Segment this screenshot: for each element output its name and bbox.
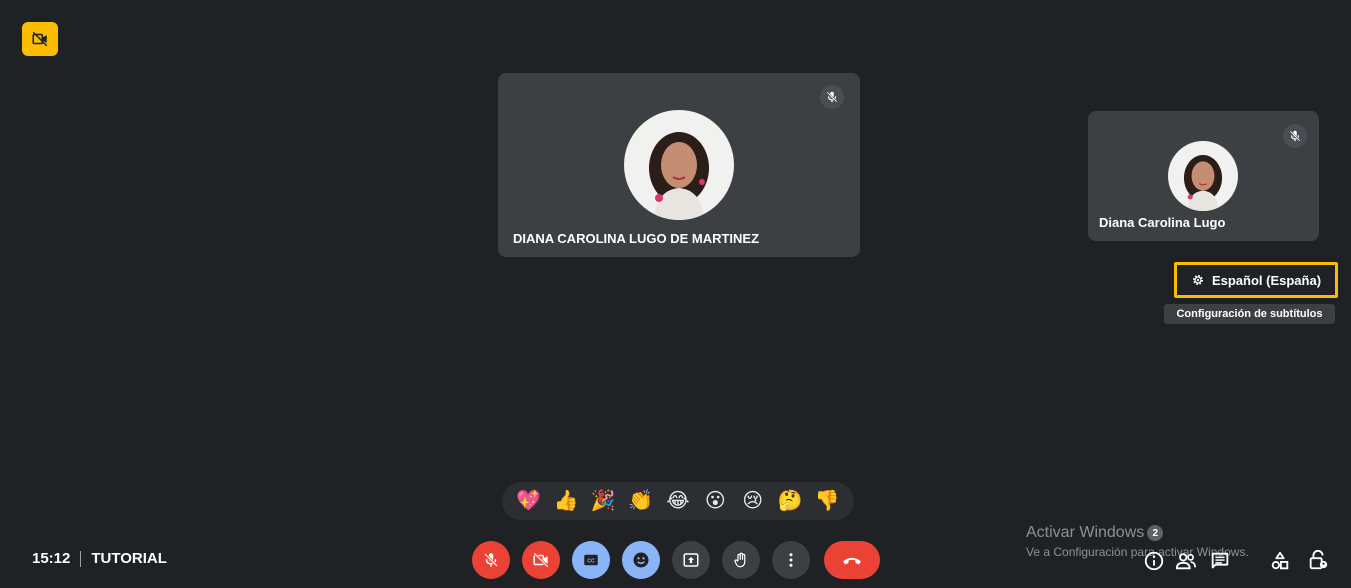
people-count-badge: 2: [1147, 525, 1164, 541]
raise-hand-button[interactable]: [722, 541, 760, 579]
reaction-thumbs-down[interactable]: 👎: [813, 487, 841, 515]
chat-icon: [1211, 552, 1229, 569]
meeting-details-button[interactable]: [1142, 549, 1166, 573]
reactions-toggle[interactable]: [622, 541, 660, 579]
caption-language-button[interactable]: Español (España): [1174, 262, 1338, 298]
reaction-surprised[interactable]: 😮: [701, 487, 729, 515]
reaction-laugh[interactable]: 😂: [664, 487, 692, 515]
participant-tile-self[interactable]: Diana Carolina Lugo: [1088, 111, 1319, 241]
participant-name: Diana Carolina Lugo: [1099, 215, 1226, 230]
reaction-thumbs-up[interactable]: 👍: [552, 487, 580, 515]
reaction-sad[interactable]: 😢: [739, 487, 767, 515]
chat-button[interactable]: [1208, 549, 1232, 573]
meeting-info: 15:12 TUTORIAL: [32, 550, 167, 567]
host-controls-button[interactable]: [1306, 548, 1330, 572]
video-off-badge[interactable]: [22, 22, 58, 56]
activities-icon: [1271, 551, 1289, 570]
gear-icon: [1192, 275, 1203, 285]
reaction-heart[interactable]: 💖: [515, 487, 543, 515]
participant-tile-main[interactable]: DIANA CAROLINA LUGO DE MARTINEZ: [498, 73, 860, 257]
more-options-button[interactable]: [772, 541, 810, 579]
reaction-party[interactable]: 🎉: [589, 487, 617, 515]
watermark-title: Activar Windows: [1026, 524, 1145, 541]
svg-text:CC: CC: [587, 559, 595, 565]
participant-name: DIANA CAROLINA LUGO DE MARTINEZ: [513, 231, 760, 246]
avatar: [1168, 141, 1238, 211]
lock-person-icon: [1309, 549, 1328, 570]
microphone-toggle[interactable]: [472, 541, 510, 579]
present-icon: [683, 553, 699, 567]
reaction-clap[interactable]: 👏: [627, 487, 655, 515]
mic-off-icon: [484, 553, 498, 567]
phone-hangup-icon: [843, 557, 861, 565]
reactions-bar: 💖 👍 🎉 👏 😂 😮 😢 🤔 👎: [502, 482, 854, 520]
camera-toggle[interactable]: [522, 541, 560, 579]
cc-icon: CC: [584, 554, 598, 566]
meeting-time: 15:12: [32, 550, 71, 567]
emoji-icon: [633, 552, 649, 568]
call-controls: CC: [472, 541, 880, 579]
leave-call-button[interactable]: [824, 541, 880, 579]
caption-settings-tooltip: Configuración de subtítulos: [1164, 304, 1335, 324]
activities-button[interactable]: [1268, 549, 1292, 573]
reaction-thinking[interactable]: 🤔: [776, 487, 804, 515]
caption-language-label: Español (España): [1211, 272, 1322, 288]
info-icon: [1144, 551, 1164, 571]
present-button[interactable]: [672, 541, 710, 579]
hand-icon: [734, 552, 746, 568]
divider: [80, 550, 82, 567]
meeting-title: TUTORIAL: [91, 550, 167, 567]
avatar: [624, 110, 734, 220]
camera-off-icon: [533, 552, 549, 568]
people-button[interactable]: [1174, 549, 1198, 573]
mic-off-icon: [820, 85, 844, 109]
video-off-icon: [32, 31, 48, 47]
people-icon: [1175, 553, 1196, 570]
captions-toggle[interactable]: CC: [572, 541, 610, 579]
mic-off-icon: [1283, 124, 1307, 148]
more-vert-icon: [789, 553, 793, 567]
